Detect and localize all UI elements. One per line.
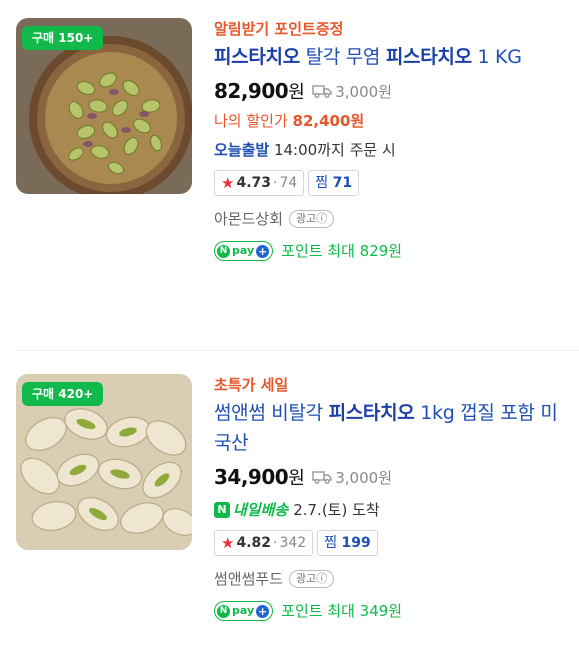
shipping-fee-value: 3,000원: [335, 82, 392, 101]
product-thumbnail[interactable]: 구매 420+: [16, 374, 192, 550]
npay-n: N: [217, 244, 230, 258]
delivery-info: N 내일배송 2.7.(토) 도착: [214, 498, 573, 522]
product-info: 알림받기 포인트증정 피스타치오 탈각 무염 피스타치오 1 KG 82,900…: [214, 18, 573, 262]
product-stats: ★ 4.73 · 74 찜 71: [214, 170, 573, 196]
seller-name[interactable]: 썸앤썸푸드: [214, 568, 283, 590]
discount-label: 나의 할인가: [214, 112, 293, 130]
price-value: 34,900: [214, 465, 289, 489]
discount-value: 82,400원: [292, 112, 365, 130]
zzim-label: 찜: [315, 175, 329, 191]
npay-point: Npay + 포인트 최대 349원: [214, 600, 573, 622]
zzim-chip[interactable]: 찜 71: [308, 170, 360, 196]
product-title[interactable]: 썸앤썸 비탈각 피스타치오 1kg 껍질 포함 미국산: [214, 398, 573, 458]
npay-text: pay: [232, 244, 255, 257]
zzim-chip[interactable]: 찜 199: [317, 530, 378, 556]
delivery-label: 내일배송: [233, 501, 289, 519]
seller-row: 아몬드상회 광고ⓘ: [214, 208, 573, 230]
shipping-fee: 3,000원: [312, 81, 392, 102]
product-price: 82,900원: [214, 78, 305, 104]
rating-value: 4.82: [236, 535, 271, 551]
promo-label: 초특가 세일: [214, 376, 289, 394]
product-card[interactable]: 구매 150+ 알림받기 포인트증정 피스타치오 탈각 무염 피스타치오 1 K…: [0, 0, 579, 350]
shipping-fee: 3,000원: [312, 467, 392, 488]
delivery-label: 오늘출발: [214, 141, 270, 159]
title-text: 썸앤썸 비탈각: [214, 402, 329, 424]
star-icon: ★: [221, 534, 235, 552]
truck-icon: [312, 471, 332, 484]
npay-point: Npay + 포인트 최대 829원: [214, 240, 573, 262]
shipping-fee-value: 3,000원: [335, 468, 392, 487]
zzim-label: 찜: [324, 535, 338, 551]
npay-plus: +: [256, 244, 270, 258]
title-keyword: 피스타치오: [214, 46, 300, 68]
zzim-count: 71: [332, 175, 353, 191]
seller-name[interactable]: 아몬드상회: [214, 208, 283, 230]
rating-chip[interactable]: ★ 4.82 · 342: [214, 530, 314, 556]
naver-delivery-icon: N: [214, 502, 230, 518]
product-price: 34,900원: [214, 464, 305, 490]
rating-chip[interactable]: ★ 4.73 · 74: [214, 170, 305, 196]
my-discount-price: 나의 할인가 82,400원: [214, 110, 573, 132]
npay-plus-icon: Npay +: [214, 241, 274, 261]
product-thumbnail[interactable]: 구매 150+: [16, 18, 192, 194]
product-card[interactable]: 구매 420+ 초특가 세일 썸앤썸 비탈각 피스타치오 1kg 껍질 포함 미…: [0, 352, 579, 658]
npay-plus: +: [256, 604, 270, 618]
title-text: 탈각 무염: [299, 46, 386, 68]
title-text: 1 KG: [471, 46, 522, 68]
product-title[interactable]: 피스타치오 탈각 무염 피스타치오 1 KG: [214, 42, 573, 72]
rating-value: 4.73: [236, 175, 271, 191]
point-text: 포인트 최대 829원: [281, 242, 403, 260]
price-currency: 원: [288, 468, 305, 489]
separator: ·: [273, 175, 278, 191]
divider: [16, 350, 579, 351]
truck-icon: [312, 85, 332, 98]
ad-badge[interactable]: 광고ⓘ: [289, 210, 335, 228]
purchase-count-badge: 구매 420+: [22, 382, 104, 406]
promo-label: 알림받기 포인트증정: [214, 20, 344, 38]
star-icon: ★: [221, 174, 235, 192]
seller-row: 썸앤썸푸드 광고ⓘ: [214, 568, 573, 590]
price-value: 82,900: [214, 79, 289, 103]
npay-n: N: [217, 604, 230, 618]
purchase-count-badge: 구매 150+: [22, 26, 104, 50]
separator: ·: [273, 535, 278, 551]
review-count: 342: [279, 535, 307, 551]
title-keyword: 피스타치오: [385, 46, 472, 68]
delivery-text: 2.7.(토) 도착: [293, 501, 380, 519]
npay-text: pay: [232, 604, 255, 617]
product-stats: ★ 4.82 · 342 찜 199: [214, 530, 573, 556]
product-info: 초특가 세일 썸앤썸 비탈각 피스타치오 1kg 껍질 포함 미국산 34,90…: [214, 374, 573, 622]
npay-plus-icon: Npay +: [214, 601, 274, 621]
review-count: 74: [279, 175, 298, 191]
price-row: 82,900원 3,000원: [214, 76, 573, 106]
ad-badge[interactable]: 광고ⓘ: [289, 570, 335, 588]
zzim-count: 199: [341, 535, 371, 551]
price-row: 34,900원 3,000원: [214, 462, 573, 492]
delivery-info: 오늘출발 14:00까지 주문 시: [214, 138, 573, 162]
price-currency: 원: [288, 82, 305, 103]
title-keyword: 피스타치오: [328, 402, 415, 424]
point-text: 포인트 최대 349원: [281, 602, 403, 620]
delivery-text: 14:00까지 주문 시: [269, 141, 396, 159]
